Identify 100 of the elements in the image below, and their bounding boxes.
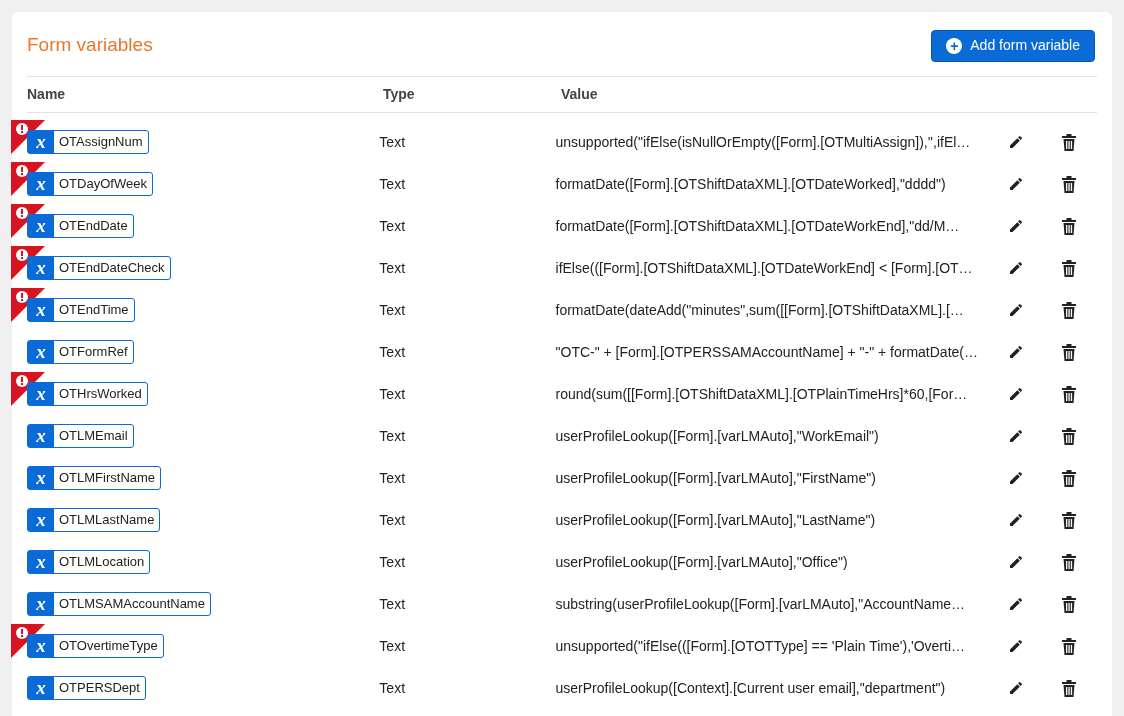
value-cell-text: userProfileLookup([Form].[varLMAuto],"LastName") bbox=[555, 510, 877, 530]
value-cell-text: formatDate(dateAdd("minutes",sum([[Form].[OTShiftDataXML].[… bbox=[555, 300, 965, 320]
variable-icon: x bbox=[28, 676, 54, 699]
edit-icon[interactable] bbox=[1008, 470, 1024, 486]
delete-icon[interactable] bbox=[1062, 679, 1076, 697]
variable-name: OTFormRef bbox=[58, 343, 129, 361]
edit-icon[interactable] bbox=[1008, 680, 1024, 696]
column-header: Type bbox=[383, 85, 416, 104]
variable-chip[interactable]: x OTOvertimeType bbox=[27, 633, 164, 658]
value-cell-text: formatDate([Form].[OTShiftDataXML].[OTDateWorked],"dddd") bbox=[555, 174, 947, 194]
delete-icon[interactable] bbox=[1062, 175, 1076, 193]
delete-icon[interactable] bbox=[1062, 217, 1076, 235]
edit-icon[interactable] bbox=[1008, 638, 1024, 654]
variable-chip[interactable]: x OTAssignNum bbox=[27, 129, 149, 154]
panel-title: Form variables bbox=[27, 33, 153, 58]
value-cell-text: unsupported("ifElse(isNullOrEmpty([Form].[OTMultiAssign]),'',ifEl… bbox=[555, 132, 972, 152]
variable-icon: x bbox=[28, 550, 54, 573]
variable-icon: x bbox=[28, 256, 54, 279]
type-cell-text: Text bbox=[379, 636, 407, 656]
edit-icon[interactable] bbox=[1008, 512, 1024, 528]
variable-name: OTLMLocation bbox=[58, 553, 146, 571]
variable-icon: x bbox=[28, 466, 54, 489]
variable-name: OTLMEmail bbox=[58, 427, 129, 445]
variable-chip[interactable]: x OTFormRef bbox=[27, 339, 134, 364]
type-cell-text: Text bbox=[379, 342, 407, 362]
variable-name: OTDayOfWeek bbox=[58, 175, 148, 193]
variable-name: OTEndDate bbox=[58, 217, 129, 235]
variable-icon: x bbox=[28, 634, 54, 657]
value-cell-text: userProfileLookup([Form].[varLMAuto],"FirstName") bbox=[555, 468, 877, 488]
variable-icon: x bbox=[28, 424, 54, 447]
type-cell-text: Text bbox=[379, 132, 407, 152]
type-cell-text: Text bbox=[379, 426, 407, 446]
variable-name: OTOvertimeType bbox=[58, 637, 159, 655]
variable-name: OTEndTime bbox=[58, 301, 130, 319]
type-cell-text: Text bbox=[379, 594, 407, 614]
variable-chip[interactable]: x OTEndDate bbox=[27, 213, 134, 238]
delete-icon[interactable] bbox=[1062, 469, 1076, 487]
variable-chip[interactable]: x OTLMLocation bbox=[27, 549, 151, 574]
variable-chip[interactable]: x OTLMEmail bbox=[27, 423, 134, 448]
variable-icon: x bbox=[28, 298, 54, 321]
type-cell-text: Text bbox=[379, 510, 407, 530]
delete-icon[interactable] bbox=[1062, 637, 1076, 655]
value-cell-text: round(sum([[Form].[OTShiftDataXML].[OTPlainTimeHrs]*60,[For… bbox=[555, 384, 969, 404]
variable-name: OTHrsWorked bbox=[58, 385, 143, 403]
type-cell-text: Text bbox=[379, 468, 407, 488]
variable-icon: x bbox=[28, 382, 54, 405]
edit-icon[interactable] bbox=[1008, 302, 1024, 318]
variable-icon: x bbox=[28, 508, 54, 531]
delete-icon[interactable] bbox=[1062, 553, 1076, 571]
variable-chip[interactable]: x OTLMLastName bbox=[27, 507, 161, 532]
edit-icon[interactable] bbox=[1008, 554, 1024, 570]
variable-icon: x bbox=[28, 214, 54, 237]
variable-icon: x bbox=[28, 592, 54, 615]
variable-chip[interactable]: x OTPERSDept bbox=[27, 675, 146, 700]
edit-icon[interactable] bbox=[1008, 176, 1024, 192]
column-header: Name bbox=[27, 85, 67, 104]
type-cell-text: Text bbox=[379, 216, 407, 236]
variable-name: OTLMFirstName bbox=[58, 469, 157, 487]
edit-icon[interactable] bbox=[1008, 428, 1024, 444]
variable-name: OTAssignNum bbox=[58, 133, 144, 151]
edit-icon[interactable] bbox=[1008, 134, 1024, 150]
value-cell-text: userProfileLookup([Form].[varLMAuto],"Office") bbox=[555, 552, 849, 572]
variable-icon: x bbox=[28, 172, 54, 195]
variable-icon: x bbox=[28, 130, 54, 153]
value-cell-text: userProfileLookup([Form].[varLMAuto],"WorkEmail") bbox=[555, 426, 880, 446]
value-cell-text: unsupported("ifElse(([Form].[OTOTType] == 'Plain Time'),'Overti… bbox=[555, 636, 967, 656]
value-cell-text: substring(userProfileLookup([Form].[varLMAuto],"AccountName… bbox=[555, 594, 967, 614]
type-cell-text: Text bbox=[379, 174, 407, 194]
edit-icon[interactable] bbox=[1008, 344, 1024, 360]
variable-chip[interactable]: x OTEndDateCheck bbox=[27, 255, 171, 280]
value-cell-text: formatDate([Form].[OTShiftDataXML].[OTDateWorkEnd],"dd/M… bbox=[555, 216, 961, 236]
variable-chip[interactable]: x OTLMFirstName bbox=[27, 465, 162, 490]
type-cell-text: Text bbox=[379, 552, 407, 572]
edit-icon[interactable] bbox=[1008, 260, 1024, 276]
variable-name: OTLMLastName bbox=[58, 511, 156, 529]
column-header: Value bbox=[561, 85, 598, 104]
type-cell-text: Text bbox=[379, 300, 407, 320]
plus-icon: + bbox=[946, 37, 963, 54]
delete-icon[interactable] bbox=[1062, 133, 1076, 151]
variable-chip[interactable]: x OTLMSAMAccountName bbox=[27, 591, 211, 616]
variable-name: OTEndDateCheck bbox=[58, 259, 166, 277]
delete-icon[interactable] bbox=[1062, 595, 1076, 613]
variable-icon: x bbox=[28, 340, 54, 363]
value-cell-text: ifElse(([Form].[OTShiftDataXML].[OTDateWorkEnd] < [Form].[OT… bbox=[555, 258, 974, 278]
variable-chip[interactable]: x OTDayOfWeek bbox=[27, 171, 153, 196]
delete-icon[interactable] bbox=[1062, 385, 1076, 403]
delete-icon[interactable] bbox=[1062, 301, 1076, 319]
add-variable-button[interactable]: + Add form variable bbox=[931, 29, 1095, 62]
delete-icon[interactable] bbox=[1062, 343, 1076, 361]
delete-icon[interactable] bbox=[1062, 427, 1076, 445]
edit-icon[interactable] bbox=[1008, 218, 1024, 234]
edit-icon[interactable] bbox=[1008, 596, 1024, 612]
type-cell-text: Text bbox=[379, 678, 407, 698]
edit-icon[interactable] bbox=[1008, 386, 1024, 402]
delete-icon[interactable] bbox=[1062, 511, 1076, 529]
value-cell-text: userProfileLookup([Context].[Current user email],"department") bbox=[555, 678, 947, 698]
delete-icon[interactable] bbox=[1062, 259, 1076, 277]
variable-chip[interactable]: x OTEndTime bbox=[27, 297, 135, 322]
type-cell-text: Text bbox=[379, 258, 407, 278]
variable-chip[interactable]: x OTHrsWorked bbox=[27, 381, 148, 406]
